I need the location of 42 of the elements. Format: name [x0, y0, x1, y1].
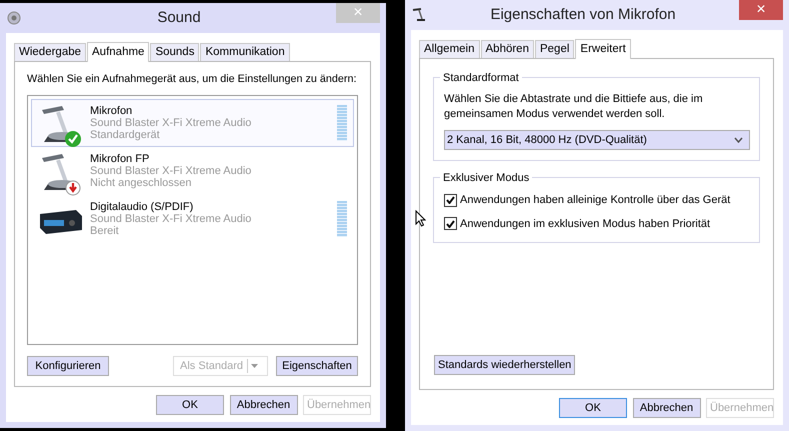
window-title: Sound: [156, 8, 202, 28]
device-driver: Sound Blaster X-Fi Xtreme Audio: [90, 213, 252, 226]
window-title: Eigenschaften von Mikrofon: [489, 4, 677, 25]
device-driver: Sound Blaster X-Fi Xtreme Audio: [90, 117, 252, 130]
tab[interactable]: Kommunikation: [200, 43, 290, 61]
checkbox-option[interactable]: Anwendungen im exklusiven Modus haben Priorität: [444, 216, 750, 232]
device-name: Mikrofon FP: [90, 153, 150, 166]
properties-button[interactable]: Eigenschaften: [276, 356, 358, 376]
dialog-button[interactable]: OK: [559, 398, 627, 418]
dialog-button[interactable]: OK: [156, 395, 224, 415]
caret-icon: [251, 364, 258, 368]
configure-button[interactable]: Konfigurieren: [27, 356, 109, 376]
restore-defaults-button[interactable]: Standards wiederherstellen: [434, 355, 576, 375]
device-status: Standardgerät: [90, 129, 161, 142]
speaker-icon: [6, 10, 22, 26]
tab[interactable]: Wiedergabe: [14, 43, 86, 61]
tab[interactable]: Aufnahme: [87, 42, 150, 62]
device-name: Mikrofon: [90, 105, 134, 118]
device-status: Nicht angeschlossen: [90, 177, 193, 190]
description-text: Wählen Sie die Abtastrate und die Bittiefe aus, die im gemeinsamen Modus verwendet werden soll.: [444, 92, 704, 122]
close-button[interactable]: ×: [739, 0, 783, 20]
tab[interactable]: Erweitert: [575, 39, 631, 59]
device-item[interactable]: Digitalaudio (S/PDIF) Sound Blaster X-Fi Xtreme Audio Bereit: [31, 195, 354, 244]
checkbox-option[interactable]: Anwendungen haben alleinige Kontrolle über das Gerät: [444, 192, 750, 208]
device-item[interactable]: Mikrofon Sound Blaster X-Fi Xtreme Audio Standardgerät: [31, 99, 354, 148]
instruction-text: Wählen Sie ein Aufnahmegerät aus, um die Einstellungen zu ändern:: [26, 72, 358, 87]
device-item[interactable]: Mikrofon FP Sound Blaster X-Fi Xtreme Audio Nicht angeschlossen: [31, 147, 354, 196]
chevron-icon: [734, 137, 743, 143]
tab[interactable]: Sounds: [150, 43, 200, 61]
microphone-icon: [411, 7, 427, 23]
check-icon: [446, 220, 455, 228]
cursor-icon: [415, 210, 426, 227]
device-driver: Sound Blaster X-Fi Xtreme Audio: [90, 165, 252, 178]
tab[interactable]: Pegel: [534, 40, 574, 58]
dialog-button[interactable]: Abbrechen: [632, 398, 700, 418]
check-icon: [446, 196, 455, 204]
device-status: Bereit: [90, 225, 120, 238]
dialog-button[interactable]: Abbrechen: [230, 395, 298, 415]
tab[interactable]: Abhören: [480, 40, 534, 58]
format-dropdown[interactable]: 2 Kanal, 16 Bit, 48000 Hz (DVD-Qualität): [444, 130, 750, 150]
tab[interactable]: Allgemein: [419, 40, 480, 58]
device-name: Digitalaudio (S/PDIF): [90, 201, 194, 214]
